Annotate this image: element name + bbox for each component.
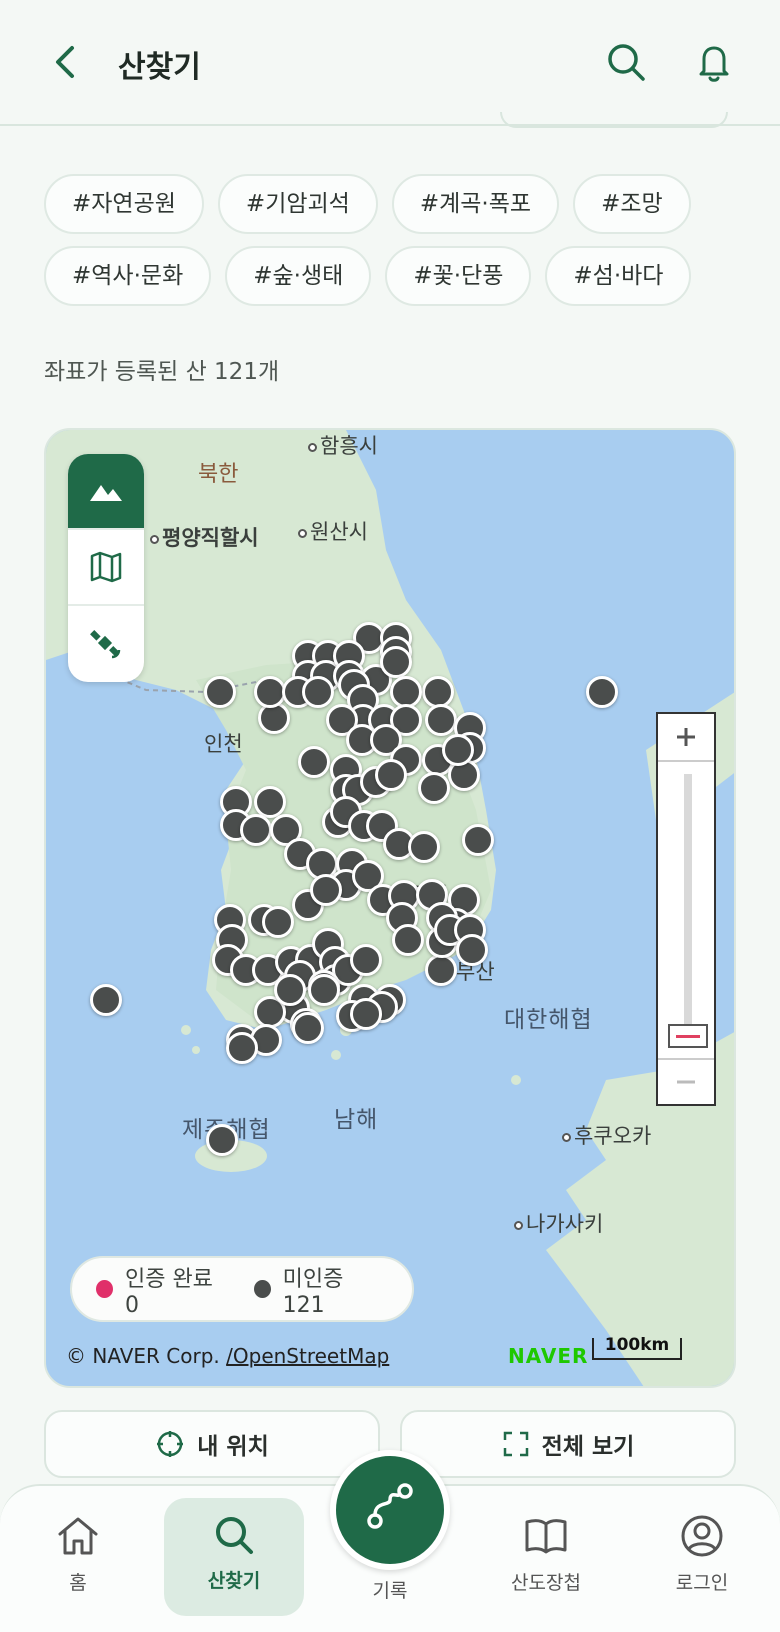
chip-island-sea[interactable]: #섬·바다 (545, 246, 692, 306)
mountain-marker[interactable] (425, 704, 457, 736)
city-label-wonsan: 원산시 (298, 516, 368, 546)
back-arrow-icon[interactable] (46, 40, 86, 84)
sea-label-south-sea: 남해 (334, 1107, 379, 1133)
mountain-marker[interactable] (392, 924, 424, 956)
nav-stamp-book[interactable]: 산도장첩 (486, 1512, 606, 1595)
chip-view[interactable]: #조망 (573, 174, 691, 234)
map-view[interactable]: 북한 함흥시 평양직할시 원산시 인천 대구 부산 후쿠오카 나가사키 대한해협… (44, 428, 736, 1388)
mountain-marker[interactable] (425, 954, 457, 986)
search-icon[interactable] (602, 38, 650, 86)
chip-nature-park[interactable]: #자연공원 (44, 174, 204, 234)
city-label-hamhung: 함흥시 (308, 430, 378, 460)
legend-uncertified: 미인증 121 (282, 1266, 344, 1318)
crosshair-icon (157, 1431, 184, 1457)
page-title: 산찾기 (118, 50, 201, 85)
city-label-incheon: 인천 (204, 732, 243, 756)
uncertified-dot (253, 1280, 271, 1298)
mountain-marker[interactable] (262, 906, 294, 938)
chip-history-culture[interactable]: #역사·문화 (44, 246, 212, 306)
record-button[interactable] (330, 1450, 450, 1570)
terrain-icon[interactable] (68, 454, 144, 530)
zoom-control (656, 712, 716, 1106)
zoom-out-button[interactable] (658, 1058, 714, 1104)
legend-certified: 인증 완료 0 (124, 1266, 213, 1318)
mountain-marker[interactable] (408, 831, 440, 863)
mountain-marker[interactable] (462, 824, 494, 856)
mountain-marker[interactable] (456, 934, 488, 966)
nav-record[interactable]: 기록 (330, 1450, 450, 1603)
mountain-marker[interactable] (254, 786, 286, 818)
map-legend: 인증 완료 0 미인증 121 (70, 1256, 414, 1322)
mountain-marker[interactable] (240, 814, 272, 846)
city-label-nagasaki: 나가사키 (514, 1208, 603, 1238)
mountain-marker[interactable] (350, 998, 382, 1030)
mountain-marker[interactable] (274, 974, 306, 1006)
zoom-slider-track[interactable] (684, 774, 692, 1046)
map-icon[interactable] (68, 530, 144, 606)
mountain-marker[interactable] (380, 646, 412, 678)
nav-home[interactable]: 홈 (18, 1512, 138, 1595)
chip-forest-ecology[interactable]: #숲·생태 (225, 246, 372, 306)
region-label-north-korea: 북한 (198, 462, 239, 487)
search-icon (216, 1517, 253, 1554)
map-type-control (68, 454, 144, 682)
fullscreen-icon (503, 1431, 528, 1457)
mountain-marker[interactable] (298, 746, 330, 778)
city-label-fukuoka: 후쿠오카 (562, 1120, 651, 1150)
map-scale: 100km (592, 1337, 682, 1360)
chip-rock-formation[interactable]: #기암괴석 (217, 174, 378, 234)
mountain-marker[interactable] (418, 772, 450, 804)
nav-find-mountain[interactable]: 산찾기 (164, 1498, 304, 1616)
book-icon (525, 1519, 567, 1554)
mountain-marker[interactable] (204, 676, 236, 708)
chip-valley-waterfall[interactable]: #계곡·폭포 (391, 174, 560, 234)
naver-logo: NAVER (508, 1344, 589, 1368)
bell-icon[interactable] (690, 38, 738, 86)
mountain-marker[interactable] (302, 676, 334, 708)
mountain-marker[interactable] (350, 944, 382, 976)
mountain-marker[interactable] (586, 676, 618, 708)
mountain-marker[interactable] (308, 974, 340, 1006)
zoom-slider-handle[interactable] (668, 1024, 708, 1048)
bottom-navigation: 홈 산찾기 기록 산도장첩 로그인 (0, 1450, 780, 1632)
certified-dot (96, 1280, 113, 1298)
sea-label-korea-strait: 대한해협 (504, 1007, 593, 1033)
top-header: 산찾기 (0, 0, 780, 126)
mountain-marker[interactable] (442, 734, 474, 766)
full-view-button[interactable]: 전체 보기 (400, 1410, 736, 1478)
mountain-marker[interactable] (375, 759, 407, 791)
user-icon (681, 1515, 723, 1557)
osm-link[interactable]: /OpenStreetMap (226, 1344, 389, 1368)
mountain-marker[interactable] (292, 1012, 324, 1044)
route-icon (367, 1483, 413, 1529)
map-copyright: © NAVER Corp. /OpenStreetMap (66, 1344, 390, 1368)
mountain-marker[interactable] (90, 984, 122, 1016)
header-dropdown-edge (500, 112, 728, 128)
tag-filter-chips: #자연공원 #기암괴석 #계곡·폭포 #조망 #역사·문화 #숲·생태 #꽃·단… (44, 174, 744, 318)
mountain-marker[interactable] (226, 1032, 258, 1064)
mountain-marker[interactable] (310, 874, 342, 906)
mountain-count: 좌표가 등록된 산 121개 (44, 359, 280, 385)
mountain-marker[interactable] (206, 1124, 238, 1156)
city-label-pyongyang: 평양직할시 (150, 522, 259, 552)
chip-flower-foliage[interactable]: #꽃·단풍 (385, 246, 532, 306)
satellite-icon[interactable] (68, 606, 144, 682)
home-icon (58, 1517, 98, 1555)
nav-login[interactable]: 로그인 (642, 1512, 762, 1595)
zoom-in-button[interactable] (658, 714, 714, 762)
